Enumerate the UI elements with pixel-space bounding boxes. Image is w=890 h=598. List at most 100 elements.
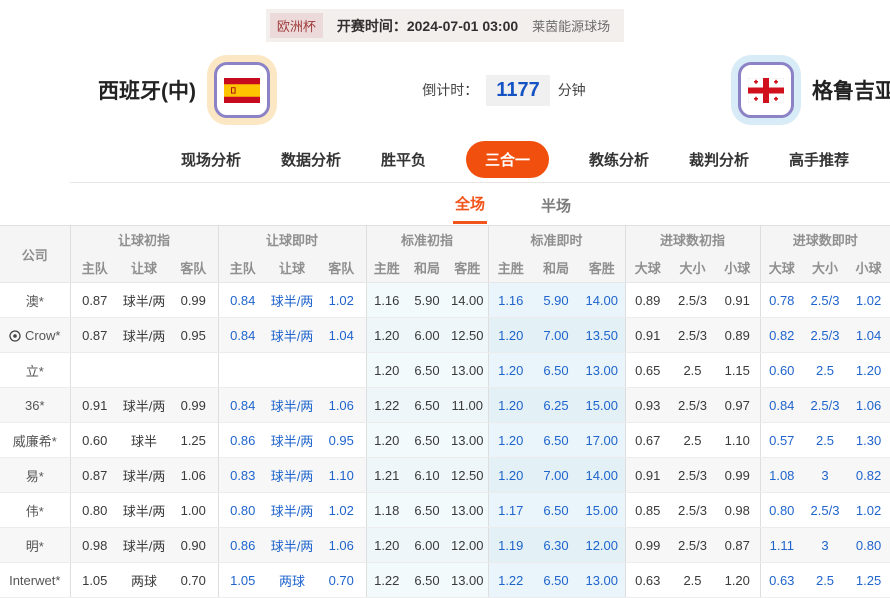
odds-cell: 1.22 (366, 563, 407, 598)
nav-tab-referee-analysis[interactable]: 裁判分析 (689, 149, 749, 170)
odds-cell: 球半/两 (267, 283, 317, 318)
odds-cell: 0.80 (760, 493, 803, 528)
odds-cell: 13.50 (579, 318, 625, 353)
odds-cell: 13.00 (447, 563, 488, 598)
company-name[interactable]: 威廉希* (0, 423, 70, 458)
odds-cell: 1.02 (847, 493, 890, 528)
odds-cell: 1.04 (317, 318, 366, 353)
nav-tab-three-in-one[interactable]: 三合一 (466, 141, 549, 178)
odds-cell: 1.20 (366, 423, 407, 458)
odds-cell: 1.20 (366, 353, 407, 388)
company-name[interactable]: 易* (0, 458, 70, 493)
nav-tab-win-draw-loss[interactable]: 胜平负 (381, 149, 426, 170)
col-group-header: 让球初指 (70, 226, 218, 254)
odds-cell: 11.00 (447, 388, 488, 423)
col-subheader: 主队 (218, 253, 267, 283)
odds-cell: 2.5/3 (670, 493, 715, 528)
odds-cell: 12.00 (447, 528, 488, 563)
odds-cell: 0.91 (715, 283, 760, 318)
nav-tab-data-analysis[interactable]: 数据分析 (281, 149, 341, 170)
company-name[interactable]: 明* (0, 528, 70, 563)
odds-cell: 2.5/3 (670, 318, 715, 353)
company-name[interactable]: 36* (0, 388, 70, 423)
odds-cell: 0.80 (218, 493, 267, 528)
odds-cell: 6.00 (407, 528, 447, 563)
col-subheader: 大球 (760, 253, 803, 283)
odds-cell: 2.5/3 (670, 528, 715, 563)
odds-cell: 1.06 (847, 388, 890, 423)
odds-cell: 1.00 (169, 493, 218, 528)
match-info-strip: 欧洲杯 开赛时间：2024-07-01 03:00 莱茵能源球场 (266, 9, 624, 42)
odds-cell: 0.63 (625, 563, 670, 598)
odds-cell (267, 353, 317, 388)
odds-cell: 6.10 (407, 458, 447, 493)
odds-cell: 1.08 (760, 458, 803, 493)
odds-cell: 7.00 (533, 458, 579, 493)
odds-cell: 0.93 (625, 388, 670, 423)
soccer-ball-icon (9, 330, 21, 342)
odds-cell: 0.95 (169, 318, 218, 353)
match-info-bar: 欧洲杯 开赛时间：2024-07-01 03:00 莱茵能源球场 (0, 0, 890, 42)
odds-cell: 0.57 (760, 423, 803, 458)
subtab-half-match[interactable]: 半场 (539, 186, 573, 223)
odds-cell: 1.15 (715, 353, 760, 388)
odds-cell: 6.50 (533, 423, 579, 458)
company-name[interactable]: 澳* (0, 283, 70, 318)
company-name[interactable]: Crow* (0, 318, 70, 353)
odds-cell: 1.04 (847, 318, 890, 353)
col-subheader: 大小 (803, 253, 847, 283)
odds-cell: 13.00 (447, 423, 488, 458)
subtab-full-match[interactable]: 全场 (453, 184, 487, 224)
odds-cell (317, 353, 366, 388)
company-name[interactable]: 伟* (0, 493, 70, 528)
odds-cell: 12.50 (447, 318, 488, 353)
odds-cell: 2.5 (803, 353, 847, 388)
odds-cell: 1.20 (488, 458, 533, 493)
odds-cell: 1.02 (317, 283, 366, 318)
odds-cell: 0.89 (625, 283, 670, 318)
odds-cell: 1.11 (760, 528, 803, 563)
odds-cell: 12.50 (447, 458, 488, 493)
odds-row: 36*0.91球半/两0.990.84球半/两1.061.226.5011.00… (0, 388, 890, 423)
odds-cell: 0.87 (70, 283, 119, 318)
company-name[interactable]: Interwet* (0, 563, 70, 598)
odds-row: 澳*0.87球半/两0.990.84球半/两1.021.165.9014.001… (0, 283, 890, 318)
odds-cell: 球半/两 (267, 493, 317, 528)
nav-tab-expert-picks[interactable]: 高手推荐 (789, 149, 849, 170)
col-subheader: 主队 (70, 253, 119, 283)
odds-cell: 6.25 (533, 388, 579, 423)
odds-cell: 0.70 (317, 563, 366, 598)
odds-cell: 6.50 (407, 353, 447, 388)
odds-cell: 1.06 (317, 528, 366, 563)
col-subheader: 客胜 (447, 253, 488, 283)
countdown-unit: 分钟 (558, 80, 586, 100)
league-badge[interactable]: 欧洲杯 (270, 13, 323, 38)
company-name[interactable]: 立* (0, 353, 70, 388)
odds-cell: 0.83 (218, 458, 267, 493)
odds-cell: 1.20 (488, 388, 533, 423)
odds-cell: 0.84 (218, 318, 267, 353)
odds-cell: 1.06 (169, 458, 218, 493)
odds-cell: 1.20 (715, 563, 760, 598)
odds-cell: 0.67 (625, 423, 670, 458)
odds-row: 伟*0.80球半/两1.000.80球半/两1.021.186.5013.001… (0, 493, 890, 528)
odds-cell: 5.90 (407, 283, 447, 318)
odds-cell: 6.50 (533, 353, 579, 388)
odds-cell: 2.5/3 (670, 458, 715, 493)
odds-cell: 0.85 (625, 493, 670, 528)
col-group-header: 进球数即时 (760, 226, 890, 254)
odds-cell: 0.60 (70, 423, 119, 458)
nav-tab-coach-analysis[interactable]: 教练分析 (589, 149, 649, 170)
col-subheader: 和局 (533, 253, 579, 283)
odds-cell: 0.82 (847, 458, 890, 493)
odds-cell: 球半/两 (267, 528, 317, 563)
odds-cell: 球半/两 (119, 318, 169, 353)
odds-cell: 1.20 (847, 353, 890, 388)
odds-row: 威廉希*0.60球半1.250.86球半/两0.951.206.5013.001… (0, 423, 890, 458)
odds-cell: 球半/两 (119, 493, 169, 528)
odds-cell: 1.05 (218, 563, 267, 598)
nav-tab-live-analysis[interactable]: 现场分析 (181, 149, 241, 170)
odds-cell: 0.70 (169, 563, 218, 598)
odds-cell: 1.16 (488, 283, 533, 318)
odds-cell: 0.89 (715, 318, 760, 353)
